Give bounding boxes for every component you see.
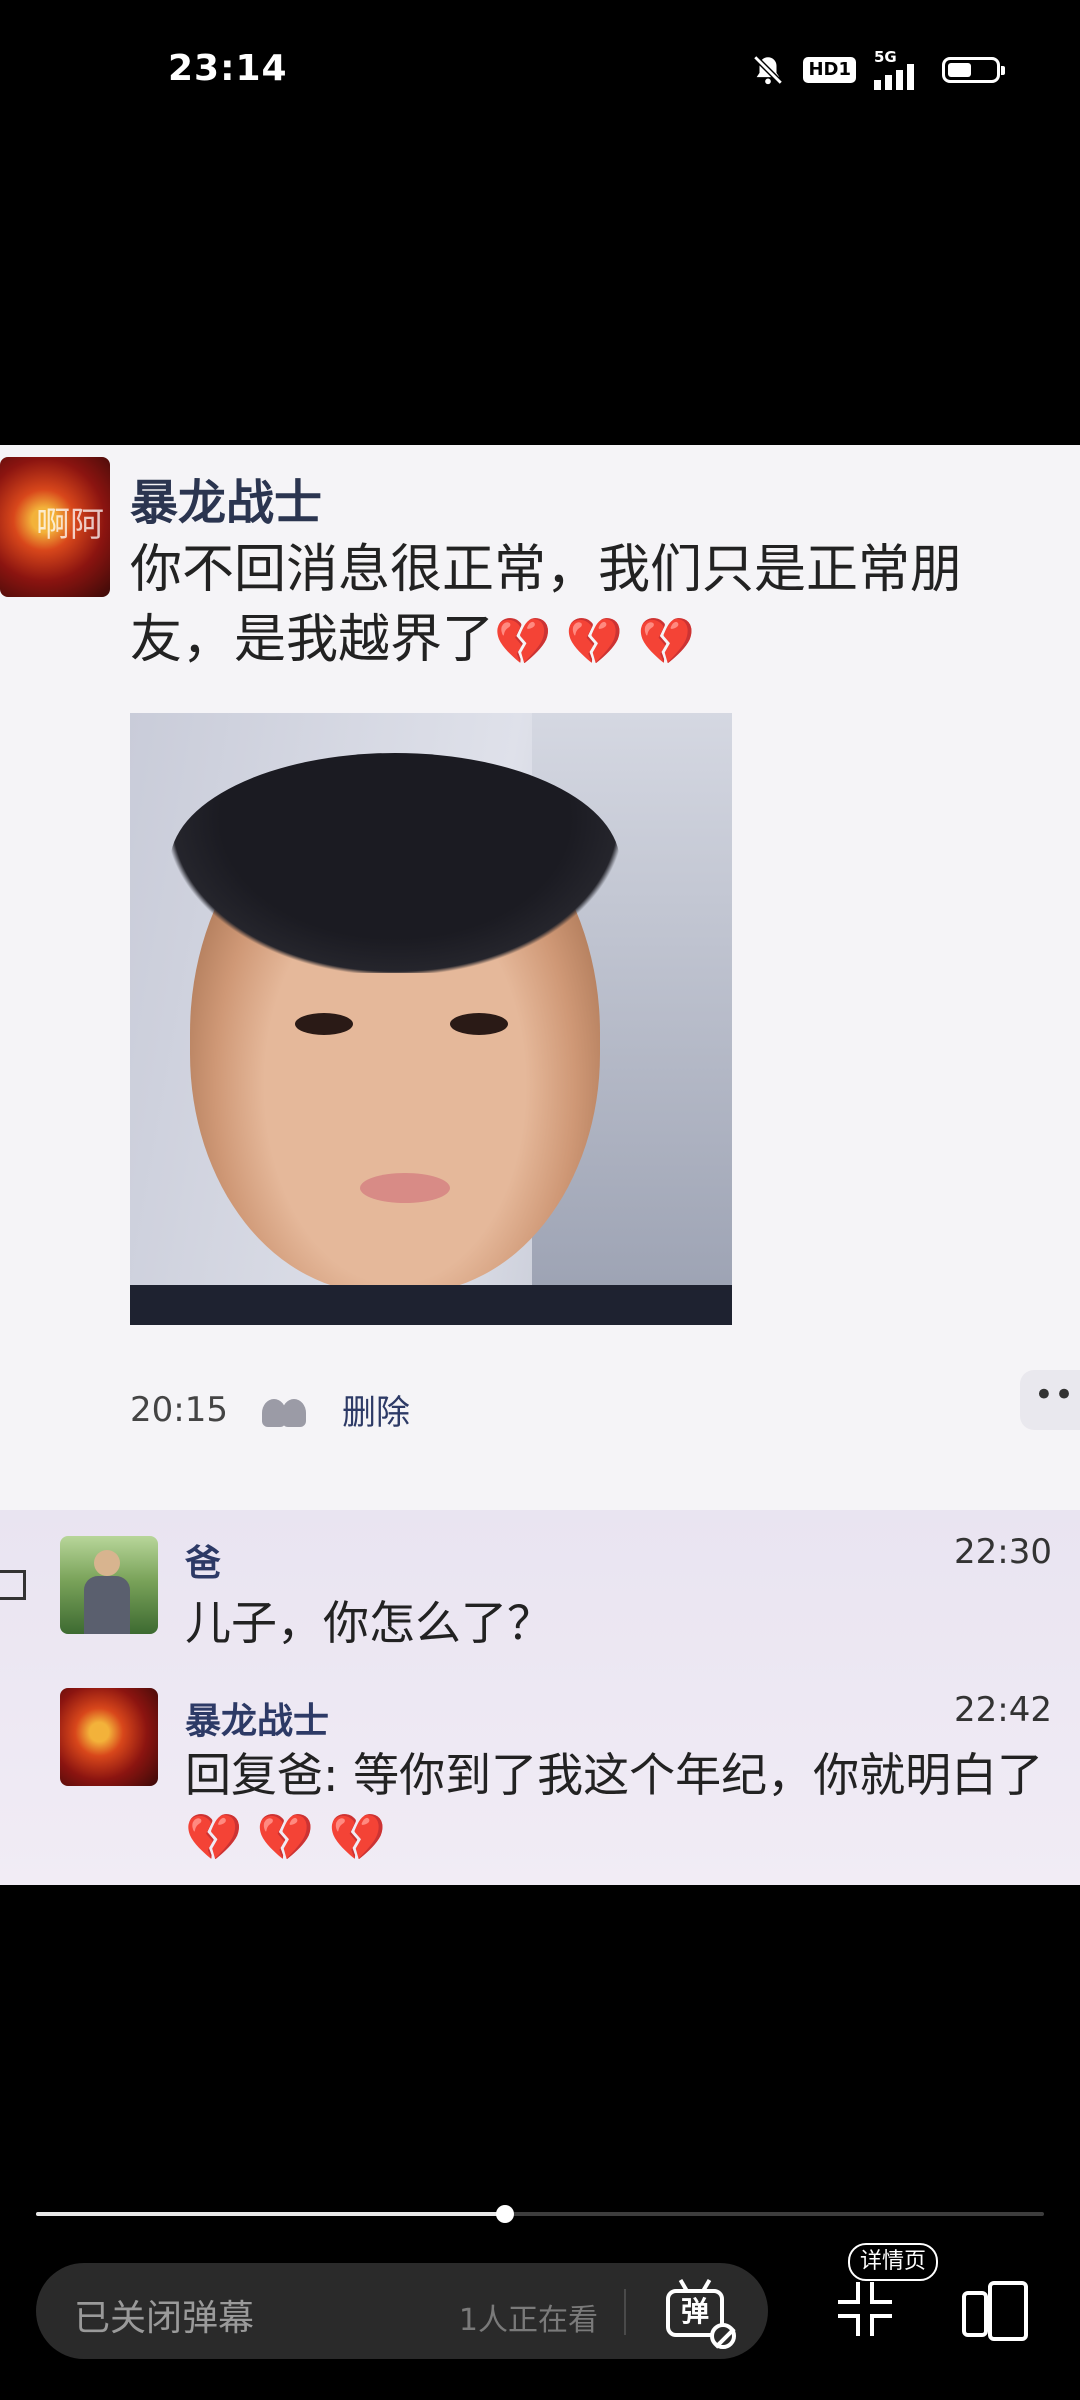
- comment-text: 儿子，你怎么了？: [185, 1596, 553, 1650]
- progress-fill: [36, 2212, 505, 2216]
- battery-icon: [942, 57, 1005, 83]
- post-meta: 20:15 删除: [130, 1385, 410, 1434]
- comment-time: 22:30: [954, 1532, 1052, 1572]
- details-page-button[interactable]: 详情页: [848, 2243, 939, 2281]
- more-button[interactable]: ••: [1020, 1370, 1080, 1430]
- danmaku-placeholder: 已关闭弹幕: [74, 2298, 255, 2339]
- broken-heart-emojis: 💔 💔 💔: [185, 1810, 387, 1864]
- status-time: 23:14: [168, 48, 288, 89]
- delete-link[interactable]: 删除: [342, 1385, 410, 1434]
- exit-fullscreen-icon[interactable]: [838, 2282, 892, 2336]
- signal-icon: 5G: [874, 50, 924, 90]
- bell-off-icon: [753, 55, 784, 85]
- comment-time: 22:42: [954, 1690, 1052, 1730]
- battery-fill: [948, 63, 971, 77]
- comment-item: 暴龙战士 22:42 回复爸: 等你到了我这个年纪，你就明白了 💔 💔 💔: [0, 1670, 1080, 1880]
- warrior-avatar[interactable]: [60, 1688, 158, 1786]
- post: 啊阿 暴龙战士 你不回消息很正常，我们只是正常朋友，是我越界了💔 💔 💔 20:…: [0, 445, 1080, 1510]
- progress-knob[interactable]: [495, 2205, 514, 2223]
- status-bar: 23:14 HD1 5G: [0, 0, 1080, 140]
- comment-area: 爸 22:30 儿子，你怎么了？ 暴龙战士 22:42 回复爸: 等你到了我这个…: [0, 1510, 1080, 1885]
- hd-badge: HD1: [803, 57, 856, 83]
- poster-name[interactable]: 暴龙战士: [130, 463, 322, 533]
- comment-author[interactable]: 爸: [185, 1534, 221, 1586]
- post-text: 你不回消息很正常，我们只是正常朋友，是我越界了💔 💔 💔: [130, 535, 1060, 676]
- status-icons: HD1 5G: [751, 50, 1005, 90]
- dad-avatar[interactable]: [60, 1536, 158, 1634]
- comment-item: 爸 22:30 儿子，你怎么了？: [0, 1510, 1080, 1660]
- details-page-icon[interactable]: [962, 2281, 1030, 2341]
- overlay-name: 啊阿: [36, 505, 104, 545]
- people-icon: [261, 1393, 308, 1427]
- broken-heart-emojis: 💔 💔 💔: [494, 614, 696, 668]
- viewer-count: 1人正在看: [458, 2303, 598, 2338]
- network-type: 5G: [874, 48, 897, 66]
- post-photo[interactable]: [130, 713, 732, 1325]
- divider: [624, 2289, 626, 2335]
- danmaku-off-icon[interactable]: 弹: [662, 2277, 736, 2349]
- progress-bar[interactable]: [36, 2205, 1044, 2223]
- comment-reply-text: 回复爸: 等你到了我这个年纪，你就明白了: [185, 1748, 1044, 1802]
- post-time: 20:15: [130, 1389, 228, 1430]
- video-frame[interactable]: 啊阿 暴龙战士 你不回消息很正常，我们只是正常朋友，是我越界了💔 💔 💔 20:…: [0, 445, 1080, 1885]
- danmaku-input[interactable]: 已关闭弹幕 1人正在看 弹: [36, 2263, 768, 2359]
- comment-text: 回复爸: 等你到了我这个年纪，你就明白了 💔 💔 💔: [185, 1744, 1065, 1868]
- comment-author[interactable]: 暴龙战士: [185, 1692, 329, 1744]
